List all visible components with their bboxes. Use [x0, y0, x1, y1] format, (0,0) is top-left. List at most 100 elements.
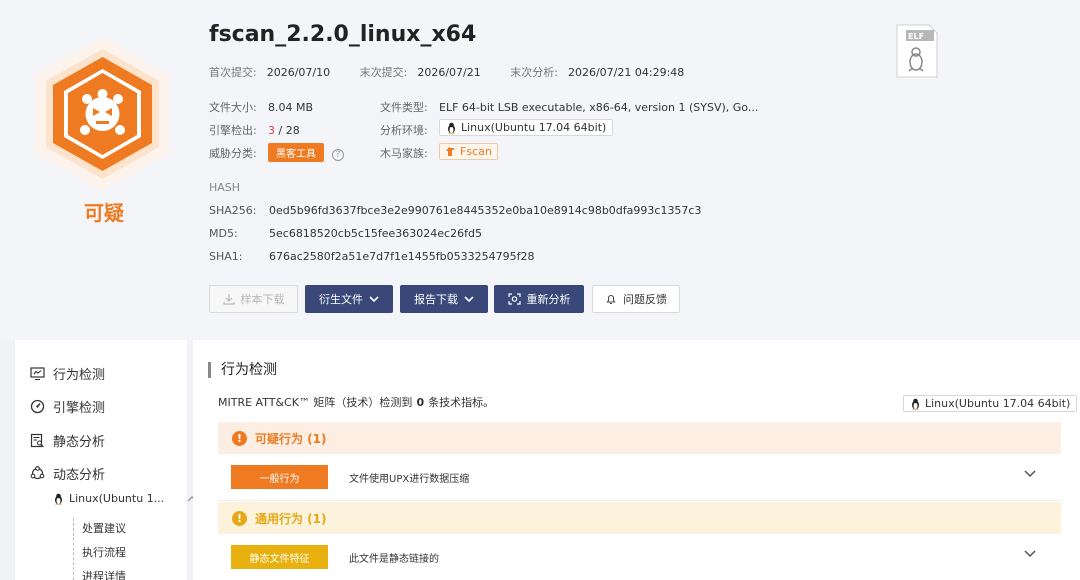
chevron-down-icon: [369, 295, 379, 302]
gauge-icon: [30, 399, 45, 414]
file-type-row: 文件类型: ELF 64-bit LSB executable, x86-64, …: [380, 99, 758, 115]
engine-detection-row: 引擎检出: 3 / 28: [209, 122, 300, 138]
horse-icon: [446, 147, 454, 156]
elf-file-icon: ELF: [896, 24, 938, 78]
environment-tag-label: Linux(Ubuntu 17.04 64bit): [925, 397, 1071, 410]
warning-icon: !: [232, 510, 247, 526]
sample-download-button[interactable]: 样本下载: [209, 285, 298, 313]
derived-files-button[interactable]: 衍生文件: [305, 285, 393, 313]
file-size-row: 文件大小: 8.04 MB: [209, 99, 313, 115]
first-submit-label: 首次提交:: [209, 66, 257, 79]
sidebar-item-label: 引擎检测: [53, 401, 106, 416]
mitre-count: 0: [416, 396, 425, 409]
group-title: 通用行为 (1): [255, 511, 327, 526]
environment-tag: Linux(Ubuntu 17.04 64bit): [903, 395, 1078, 412]
analysis-env-row: 分析环境: Linux(Ubuntu 17.04 64bit): [380, 119, 614, 138]
md5-value[interactable]: 5ec6818520cb5c15fee363024ec26fd5: [269, 227, 482, 240]
hash-heading: HASH: [209, 181, 241, 194]
sample-download-label: 样本下载: [240, 293, 285, 306]
last-analysis-label: 末次分析:: [510, 66, 558, 79]
engine-detection-label: 引擎检出:: [209, 124, 257, 137]
chevron-down-icon[interactable]: [1024, 470, 1036, 478]
sidebar-leaf-advice[interactable]: 处置建议: [82, 520, 126, 536]
file-name-title: fscan_2.2.0_linux_x64: [209, 22, 477, 47]
linux-icon: [55, 493, 62, 505]
submission-dates: 首次提交: 2026/07/10 末次提交: 2026/07/21 末次分析: 202…: [209, 64, 710, 80]
file-size-value: 8.04 MB: [268, 101, 314, 114]
engine-hits-value: 3: [268, 124, 275, 137]
scan-icon: [507, 293, 521, 305]
reanalyze-button[interactable]: 重新分析: [494, 285, 584, 313]
feedback-button[interactable]: 问题反馈: [592, 285, 680, 313]
sha1-value[interactable]: 676ac2580f2a51e7d7f1e1455fb0533254795f28: [269, 250, 534, 263]
engine-total-value: / 28: [278, 124, 300, 137]
download-icon: [222, 294, 235, 305]
linux-icon: [448, 122, 455, 134]
malware-hexagon-icon: [35, 37, 170, 191]
trojan-family-value: Fscan: [460, 145, 492, 158]
chevron-down-icon: [464, 295, 474, 302]
group-title: 可疑行为 (1): [255, 431, 327, 446]
behavior-row[interactable]: 静态文件特征 此文件是静态链接的: [218, 538, 1061, 576]
analysis-env-label: 分析环境:: [380, 123, 428, 137]
monitor-icon: [30, 367, 45, 381]
report-download-label: 报告下载: [414, 293, 458, 306]
last-analysis-value: 2026/07/21 04:29:48: [567, 66, 685, 79]
file-size-label: 文件大小:: [209, 101, 257, 114]
warning-icon: !: [232, 430, 247, 446]
behavior-level-tag: 一般行为: [231, 465, 328, 489]
trojan-family-label: 木马家族:: [380, 147, 428, 160]
sha1-row: SHA1: 676ac2580f2a51e7d7f1e1455fb05332547…: [209, 250, 534, 263]
first-submit-value: 2026/07/10: [266, 66, 331, 79]
mitre-suffix: 条技术指标。: [428, 396, 495, 409]
sidebar-subitem-linux[interactable]: Linux(Ubuntu 1...: [53, 492, 197, 505]
last-submit-value: 2026/07/21: [417, 66, 481, 79]
md5-row: MD5: 5ec6818520cb5c15fee363024ec26fd5: [209, 227, 482, 240]
verdict-label: 可疑: [84, 201, 124, 225]
sidebar-item-engine[interactable]: 引擎检测: [30, 397, 105, 416]
mitre-prefix: MITRE ATT&CK™ 矩阵（技术）检测到: [218, 396, 413, 409]
sidebar-subitem-label: Linux(Ubuntu 1...: [69, 492, 165, 505]
trojan-family-row: 木马家族: Fscan: [380, 143, 498, 161]
report-download-button[interactable]: 报告下载: [400, 285, 488, 313]
chevron-down-icon[interactable]: [1024, 550, 1036, 558]
sidebar-item-label: 静态分析: [53, 435, 106, 450]
last-submit-label: 末次提交:: [359, 66, 408, 79]
mitre-summary: MITRE ATT&CK™ 矩阵（技术）检测到 0 条技术指标。: [218, 394, 494, 410]
file-type-label: 文件类型:: [380, 101, 428, 114]
feedback-label: 问题反馈: [623, 293, 667, 306]
threat-category-tag[interactable]: 黑客工具: [268, 143, 324, 162]
verdict-badge: [30, 35, 175, 195]
sha1-label: SHA1:: [209, 250, 243, 263]
section-title: 行为检测: [208, 362, 277, 378]
sidebar-item-behavior[interactable]: 行为检测: [30, 364, 105, 383]
behavior-level-tag: 静态文件特征: [231, 545, 328, 569]
analysis-env-tag: Linux(Ubuntu 17.04 64bit): [439, 119, 614, 136]
sidebar-item-label: 行为检测: [53, 368, 106, 383]
bell-icon: [606, 294, 616, 305]
general-behavior-header[interactable]: ! 通用行为 (1): [218, 502, 1061, 534]
file-type-value: ELF 64-bit LSB executable, x86-64, versi…: [439, 101, 759, 114]
sidebar-item-static[interactable]: 静态分析: [30, 431, 105, 450]
sha256-value[interactable]: 0ed5b96fd3637fbce3e2e990761e8445352e0ba1…: [269, 204, 701, 217]
row-divider: [218, 500, 1061, 501]
suspicious-behavior-header[interactable]: ! 可疑行为 (1): [218, 422, 1061, 454]
cycle-icon: [30, 466, 45, 480]
reanalyze-label: 重新分析: [526, 293, 571, 306]
derived-files-label: 衍生文件: [319, 293, 363, 306]
behavior-row[interactable]: 一般行为 文件使用UPX进行数据压缩: [218, 458, 1061, 496]
help-icon[interactable]: ?: [332, 149, 344, 161]
behavior-description: 文件使用UPX进行数据压缩: [349, 473, 470, 485]
trojan-family-tag[interactable]: Fscan: [439, 143, 498, 160]
sidebar-item-label: 动态分析: [53, 468, 106, 483]
sidebar-leaf-execution-flow[interactable]: 执行流程: [82, 544, 126, 560]
sha256-row: SHA256: 0ed5b96fd3637fbce3e2e990761e84453…: [209, 204, 701, 217]
sidebar-leaf-process-detail[interactable]: 进程详情: [82, 568, 126, 580]
md5-label: MD5:: [209, 227, 238, 240]
sidebar-item-dynamic[interactable]: 动态分析: [30, 464, 105, 483]
linux-icon: [912, 398, 919, 410]
elf-icon-text: ELF: [908, 32, 924, 41]
document-search-icon: [30, 433, 44, 448]
threat-category-label: 威胁分类:: [209, 147, 257, 160]
tree-connector: [73, 518, 74, 580]
